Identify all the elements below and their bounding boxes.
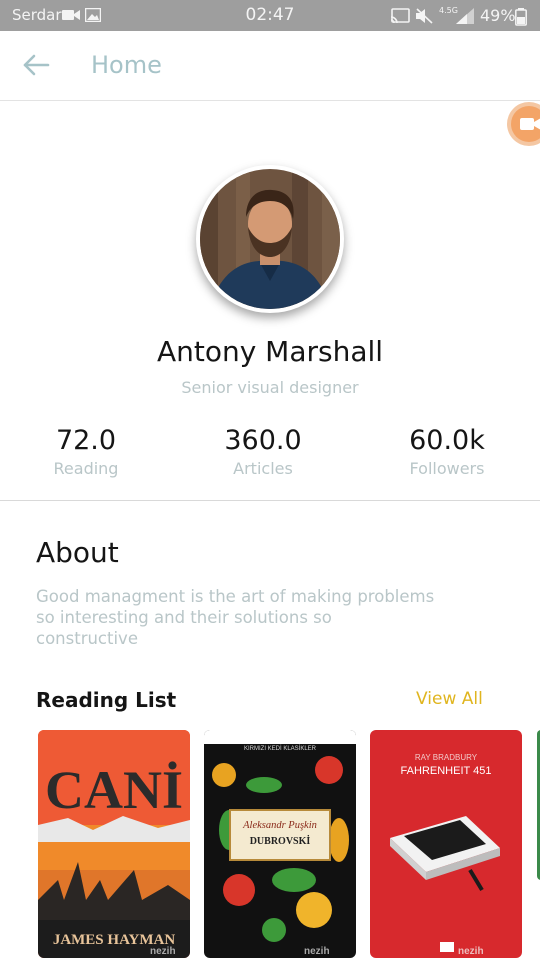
stat-label: Reading [53, 459, 119, 478]
about-text: Good managment is the art of making prob… [36, 587, 435, 648]
book-title: CANİ [45, 760, 183, 820]
profile-role: Senior visual designer [181, 378, 359, 397]
watermark: nezih [458, 946, 484, 957]
video-camera-icon [520, 118, 540, 130]
stat-followers: 60.0k Followers [357, 423, 537, 479]
status-bar: Serdar 02:47 4.5G 49% [0, 0, 540, 31]
book-title: FAHRENHEIT 451 [401, 765, 492, 777]
battery-percent: 49% [480, 6, 516, 25]
stat-reading: 72.0 Reading [0, 423, 176, 479]
cast-icon [390, 8, 410, 24]
profile-photo [200, 169, 340, 309]
book-title: DUBROVSKİ [250, 835, 311, 847]
about-heading: About [36, 536, 119, 569]
app-bar: Home [0, 31, 540, 101]
back-arrow-icon[interactable] [22, 53, 50, 77]
profile-name: Antony Marshall [156, 335, 384, 368]
book-cover-cani[interactable]: CANİ JAMES HAYMAN nezih [38, 730, 190, 958]
stat-value: 72.0 [55, 425, 117, 456]
stat-label: Articles [233, 459, 293, 478]
page-title: Home [91, 51, 162, 79]
stat-value: 60.0k [409, 425, 485, 456]
battery-icon [515, 8, 527, 26]
book-author: Aleksandr Puşkin [242, 820, 317, 831]
stat-articles: 360.0 Articles [173, 423, 353, 479]
book-author: RAY BRADBURY [415, 753, 478, 762]
watermark: nezih [304, 946, 330, 957]
section-divider [0, 500, 540, 501]
signal-icon [456, 8, 474, 24]
stat-label: Followers [409, 459, 485, 478]
book-cover-dubrovski[interactable]: KIRMIZI KEDİ KLASİKLER Aleksandr Puşkin … [204, 730, 356, 958]
video-call-button[interactable] [507, 102, 540, 146]
reading-list-heading: Reading List [36, 688, 177, 712]
stat-value: 360.0 [224, 425, 302, 456]
watermark: nezih [150, 946, 176, 957]
avatar[interactable] [196, 165, 344, 313]
book-series: KIRMIZI KEDİ KLASİKLER [244, 745, 317, 752]
view-all-link[interactable]: View All [416, 689, 483, 709]
book-cover-fahrenheit[interactable]: RAY BRADBURY FAHRENHEIT 451 nezih [370, 730, 522, 958]
mute-icon [416, 8, 433, 24]
